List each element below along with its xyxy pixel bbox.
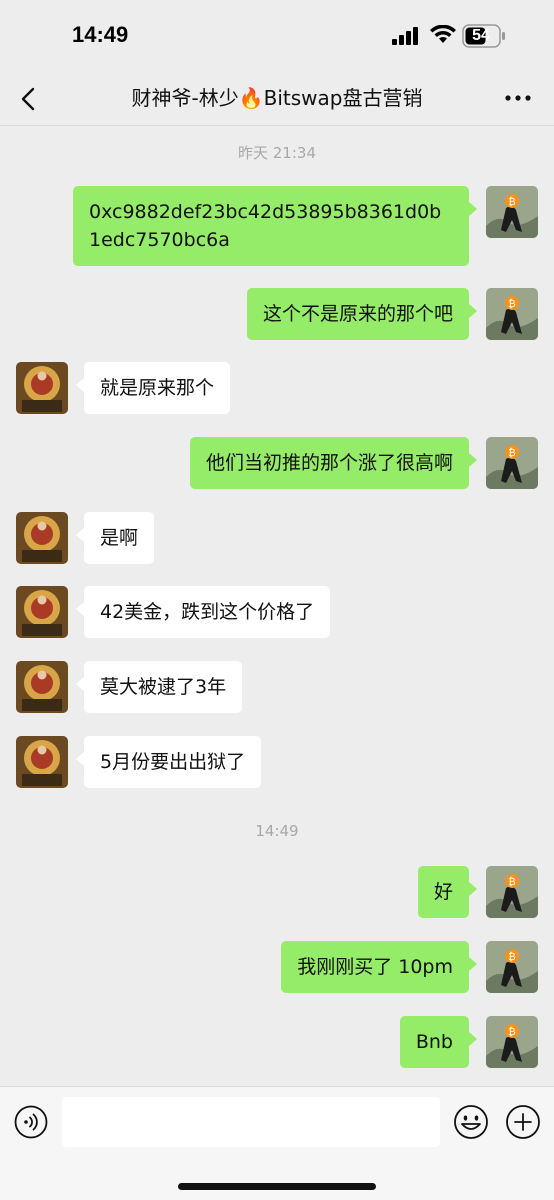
wifi-icon [430, 25, 456, 43]
emoji-icon[interactable] [453, 1104, 489, 1140]
contact-avatar[interactable] [16, 586, 68, 638]
my-avatar[interactable]: ₿ [486, 866, 538, 918]
chevron-left-icon[interactable] [14, 84, 44, 114]
message-text: 莫大被逮了3年 [100, 676, 227, 698]
bubble-tail [76, 378, 84, 392]
message-text: 这个不是原来的那个吧 [262, 303, 453, 325]
my-avatar[interactable]: ₿ [486, 941, 538, 993]
svg-text:₿: ₿ [508, 876, 515, 888]
status-time: 14:49 [72, 22, 129, 47]
message-text: 是啊 [100, 527, 139, 549]
contact-avatar[interactable] [16, 661, 68, 713]
bubble-tail [469, 453, 477, 467]
sent-message-bubble[interactable]: 这个不是原来的那个吧 [246, 288, 477, 340]
message-input[interactable] [62, 1097, 440, 1147]
message-text: 他们当初推的那个涨了很高啊 [205, 452, 453, 474]
bubble-tail [76, 602, 84, 616]
sent-message-bubble[interactable]: 他们当初推的那个涨了很高啊 [189, 437, 477, 489]
bubble-tail [76, 752, 84, 766]
my-avatar[interactable]: ₿ [486, 437, 538, 489]
svg-text:₿: ₿ [508, 1026, 515, 1038]
received-message-bubble[interactable]: 就是原来那个 [76, 362, 231, 414]
svg-text:₿: ₿ [508, 951, 515, 963]
message-text: Bnb [415, 1031, 453, 1053]
received-message-bubble[interactable]: 莫大被逮了3年 [76, 661, 243, 713]
contact-avatar[interactable] [16, 362, 68, 414]
more-dots-icon[interactable] [503, 86, 533, 110]
my-avatar[interactable]: ₿ [486, 186, 538, 238]
message-text: 好 [433, 881, 453, 903]
svg-text:₿: ₿ [508, 298, 515, 310]
sent-message-bubble[interactable]: Bnb [399, 1016, 477, 1068]
bubble-tail [469, 304, 477, 318]
plus-circle-icon[interactable] [505, 1104, 541, 1140]
message-text: 就是原来那个 [100, 377, 215, 399]
bubble-tail [469, 957, 477, 971]
received-message-bubble[interactable]: 是啊 [76, 512, 155, 564]
battery-level: 54 [472, 27, 490, 44]
bubble-tail [469, 202, 477, 216]
bubble-tail [76, 677, 84, 691]
received-message-bubble[interactable]: 5月份要出出狱了 [76, 736, 262, 788]
time-separator: 14:49 [255, 822, 299, 840]
contact-avatar[interactable] [16, 512, 68, 564]
sent-message-bubble[interactable]: 0xc9882def23bc42d53895b8361d0b1edc7570bc… [73, 186, 477, 266]
chat-title: 财神爷-林少🔥Bitswap盘古营销 [131, 86, 423, 110]
bubble-tail [469, 882, 477, 896]
sent-message-bubble[interactable]: 我刚刚买了 10pm [281, 941, 477, 993]
message-text: 42美金，跌到这个价格了 [100, 601, 315, 623]
signal-icon [392, 27, 418, 45]
message-text: 0xc9882def23bc42d53895b8361d0b1edc7570bc… [89, 201, 442, 251]
my-avatar[interactable]: ₿ [486, 288, 538, 340]
bubble-tail [76, 528, 84, 542]
svg-text:₿: ₿ [508, 196, 515, 208]
message-text: 我刚刚买了 10pm [297, 956, 453, 978]
contact-avatar[interactable] [16, 736, 68, 788]
received-message-bubble[interactable]: 42美金，跌到这个价格了 [76, 586, 331, 638]
status-bar: 14:49 54 [0, 0, 554, 72]
time-separator: 昨天 21:34 [238, 144, 316, 162]
sent-message-bubble[interactable]: 好 [417, 866, 477, 918]
message-text: 5月份要出出狱了 [100, 751, 246, 773]
nav-bar: 财神爷-林少🔥Bitswap盘古营销 [0, 72, 554, 126]
home-indicator [178, 1183, 376, 1190]
my-avatar[interactable]: ₿ [486, 1016, 538, 1068]
svg-text:₿: ₿ [508, 447, 515, 459]
voice-icon[interactable] [14, 1105, 48, 1139]
bubble-tail [469, 1032, 477, 1046]
